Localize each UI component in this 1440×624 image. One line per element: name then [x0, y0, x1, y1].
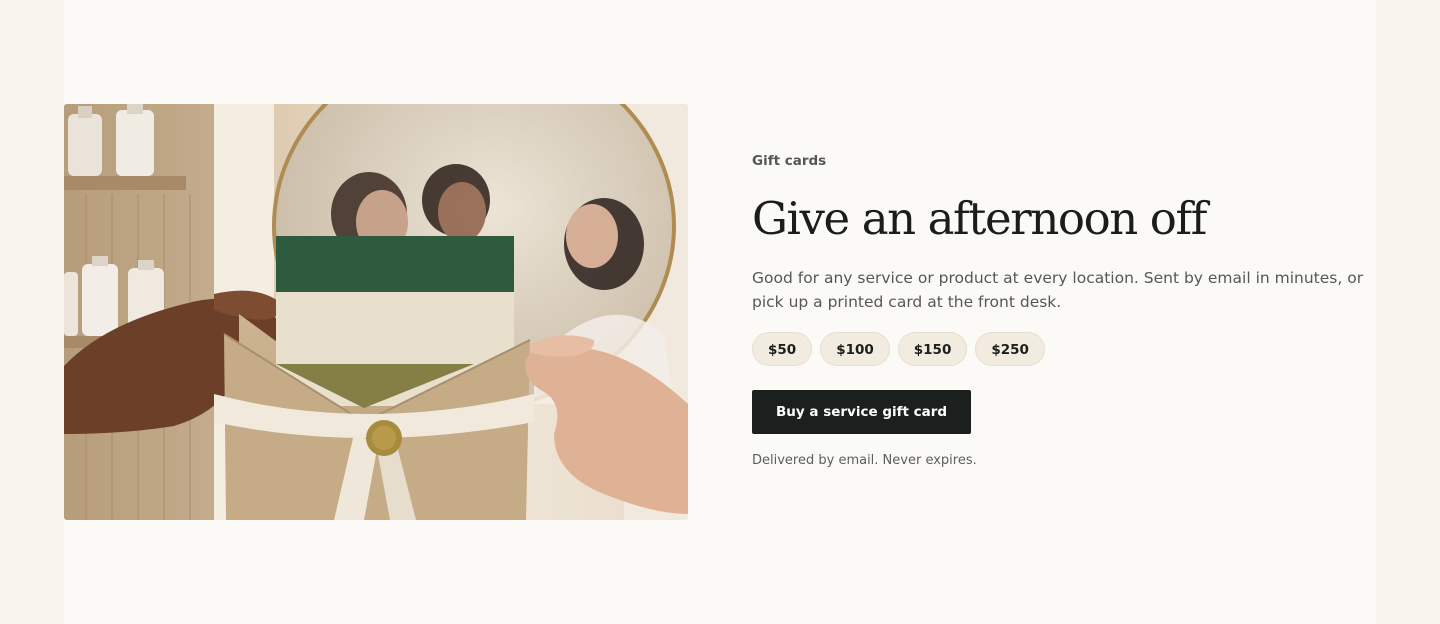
amount-option-50[interactable]: $50 — [752, 332, 813, 366]
amount-option-250[interactable]: $250 — [975, 332, 1045, 366]
gift-card-copy: Gift cards Give an afternoon off Good fo… — [752, 152, 1376, 470]
gift-card-photo — [64, 104, 688, 520]
section-headline: Give an afternoon off — [752, 192, 1207, 245]
section-eyebrow: Gift cards — [752, 153, 827, 169]
section-description: Good for any service or product at every… — [752, 269, 1364, 311]
amount-options: $50 $100 $150 $250 — [752, 332, 1376, 366]
buy-gift-card-button[interactable]: Buy a service gift card — [752, 390, 972, 434]
gift-card-section: Gift cards Give an afternoon off Good fo… — [64, 0, 1376, 624]
delivery-note: Delivered by email. Never expires. — [752, 453, 977, 468]
amount-option-100[interactable]: $100 — [820, 332, 890, 366]
amount-option-150[interactable]: $150 — [897, 332, 968, 366]
